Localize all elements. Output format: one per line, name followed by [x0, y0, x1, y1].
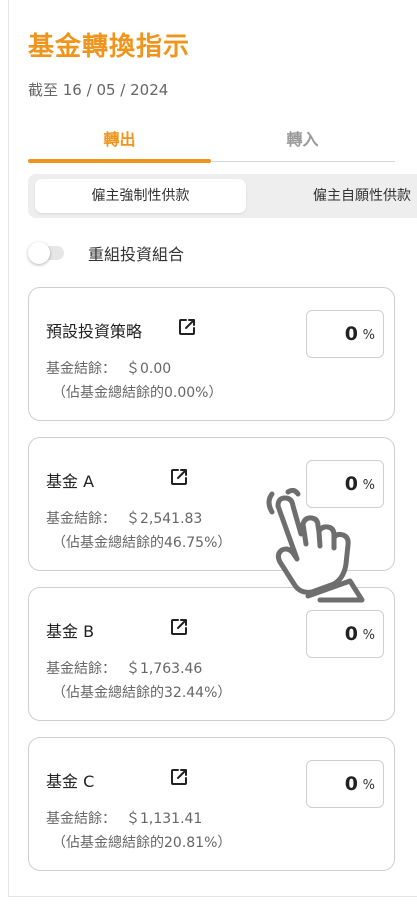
fund-balance: 基金結餘： ＄2,541.83: [46, 508, 202, 528]
fund-card-b: 基金 B 基金結餘： ＄1,763.46 （佔基金總結餘的32.44%） 0 %: [28, 587, 395, 721]
fund-card-c: 基金 C 基金結餘： ＄1,131.41 （佔基金總結餘的20.81%） 0 %: [28, 737, 395, 871]
fund-name: 基金 A: [46, 472, 95, 491]
rebalance-toggle[interactable]: [28, 242, 64, 264]
as-of-date: 截至 16 / 05 / 2024: [28, 81, 169, 99]
switch-percent-value: 0: [344, 773, 358, 795]
external-link-icon[interactable]: [169, 467, 189, 487]
fund-share-of-total: （佔基金總結餘的46.75%）: [52, 535, 232, 551]
contribution-type-selector: 僱主強制性供款 僱主自願性供款: [28, 174, 417, 218]
tab-switch-out[interactable]: 轉出: [28, 126, 211, 150]
fund-name: 基金 B: [46, 622, 95, 641]
fund-balance-amount: ＄1,131.41: [126, 811, 203, 827]
page-title: 基金轉換指示: [28, 32, 191, 62]
percent-sign: %: [362, 778, 375, 793]
app-frame: 基金轉換指示 截至 16 / 05 / 2024 轉出 轉入 僱主強制性供款 僱…: [8, 0, 417, 897]
fund-balance-amount: ＄2,541.83: [126, 511, 203, 527]
switch-percent-input[interactable]: 0 %: [306, 760, 384, 808]
external-link-icon[interactable]: [169, 767, 189, 787]
fund-balance-label: 基金結餘：: [46, 811, 116, 827]
fund-balance-amount: ＄1,763.46: [126, 661, 203, 677]
fund-share-of-total: （佔基金總結餘的32.44%）: [52, 685, 232, 701]
toggle-knob: [28, 242, 50, 264]
active-tab-indicator: [28, 159, 211, 163]
percent-sign: %: [362, 328, 375, 343]
tab-switch-in[interactable]: 轉入: [211, 126, 394, 150]
percent-sign: %: [362, 628, 375, 643]
rebalance-label: 重組投資組合: [88, 245, 185, 264]
hand-pointer-icon: [266, 488, 365, 603]
fund-balance-label: 基金結餘：: [46, 661, 116, 677]
rebalance-row: 重組投資組合: [28, 240, 185, 266]
segment-employer-mandatory[interactable]: 僱主強制性供款: [35, 179, 246, 213]
fund-share-of-total: （佔基金總結餘的0.00%）: [52, 385, 223, 401]
external-link-icon[interactable]: [169, 617, 189, 637]
fund-name: 預設投資策略: [46, 322, 143, 341]
switch-percent-value: 0: [344, 323, 358, 345]
fund-balance-label: 基金結餘：: [46, 511, 116, 527]
fund-balance-label: 基金結餘：: [46, 361, 116, 377]
segment-employer-voluntary[interactable]: 僱主自願性供款: [313, 179, 411, 213]
fund-name: 基金 C: [46, 772, 95, 791]
switch-percent-input[interactable]: 0 %: [306, 610, 384, 658]
fund-balance-amount: ＄0.00: [126, 361, 172, 377]
tab-bar: 轉出 轉入: [28, 118, 395, 163]
fund-share-of-total: （佔基金總結餘的20.81%）: [52, 835, 232, 851]
external-link-icon[interactable]: [177, 317, 197, 337]
switch-percent-value: 0: [344, 623, 358, 645]
fund-balance: 基金結餘： ＄1,131.41: [46, 808, 202, 828]
fund-balance: 基金結餘： ＄0.00: [46, 358, 171, 378]
switch-percent-input[interactable]: 0 %: [306, 310, 384, 358]
fund-card-default-strategy: 預設投資策略 基金結餘： ＄0.00 （佔基金總結餘的0.00%） 0 %: [28, 287, 395, 421]
fund-balance: 基金結餘： ＄1,763.46: [46, 658, 202, 678]
